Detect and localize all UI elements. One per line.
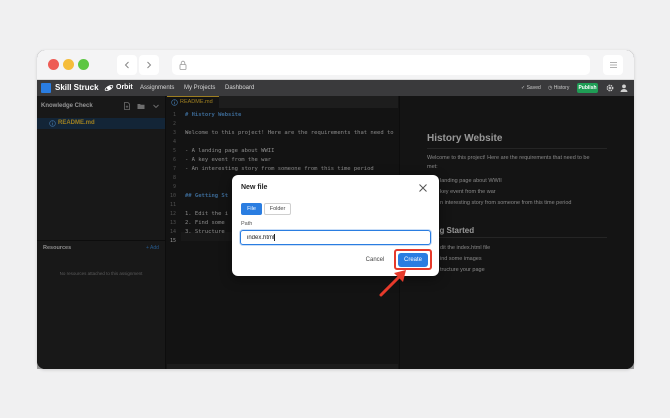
chevron-right-icon bbox=[147, 61, 152, 69]
nav-my-projects[interactable]: My Projects bbox=[184, 83, 215, 93]
maximize-window-button[interactable] bbox=[78, 59, 89, 70]
menu-icon bbox=[609, 62, 617, 68]
file-type-toggle[interactable]: File bbox=[241, 203, 262, 215]
user-icon[interactable] bbox=[619, 83, 629, 93]
folder-type-toggle[interactable]: Folder bbox=[264, 203, 291, 215]
path-input[interactable] bbox=[240, 230, 431, 245]
path-label: Path bbox=[241, 221, 253, 227]
dialog-title: New file bbox=[241, 184, 268, 191]
close-window-button[interactable] bbox=[48, 59, 59, 70]
gear-icon[interactable] bbox=[605, 83, 615, 93]
history-button[interactable]: ◷ History bbox=[548, 84, 569, 92]
text-cursor bbox=[274, 234, 275, 241]
minimize-window-button[interactable] bbox=[63, 59, 74, 70]
browser-menu-button[interactable] bbox=[603, 55, 623, 75]
history-label: History bbox=[553, 85, 570, 91]
back-button[interactable] bbox=[117, 55, 137, 75]
saved-label: Saved bbox=[526, 85, 541, 91]
forward-button[interactable] bbox=[139, 55, 159, 75]
orbit-icon bbox=[104, 84, 114, 92]
browser-toolbar bbox=[37, 50, 634, 80]
saved-status: ✓ Saved bbox=[521, 85, 541, 91]
nav-assignments[interactable]: Assignments bbox=[140, 83, 174, 93]
chevron-left-icon bbox=[124, 61, 129, 69]
app-header: Skill Struck Orbit Assignments My Projec… bbox=[37, 80, 634, 96]
nav-dashboard[interactable]: Dashboard bbox=[225, 83, 254, 93]
publish-button[interactable]: Publish bbox=[577, 83, 598, 93]
address-bar[interactable] bbox=[172, 55, 590, 75]
close-icon[interactable] bbox=[418, 183, 428, 193]
pointer-arrow-icon bbox=[379, 270, 406, 297]
brand-name: Skill Struck bbox=[55, 83, 99, 92]
lock-icon bbox=[179, 60, 187, 70]
skill-struck-logo-icon bbox=[41, 83, 51, 93]
clock-icon: ◷ bbox=[548, 85, 553, 91]
module-name: Orbit bbox=[116, 84, 133, 91]
